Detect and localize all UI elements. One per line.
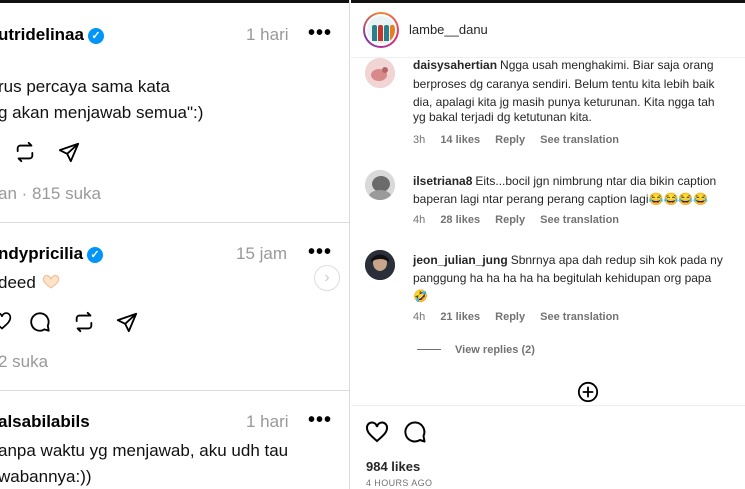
see-translation-button[interactable]: See translation	[540, 214, 619, 226]
laughing-emoji-icon: 😂😂😂😂	[648, 192, 709, 206]
like-heart-icon[interactable]	[365, 420, 389, 444]
post-username[interactable]: utridelinaa ✓	[0, 25, 104, 45]
share-icon[interactable]	[58, 141, 80, 163]
comment-text-line: baperan lagi ntar perang perang caption …	[413, 192, 709, 206]
verified-badge-icon: ✓	[87, 28, 104, 44]
comment-username[interactable]: daisysahertian	[413, 58, 497, 72]
post-stats: an · 815 suka	[0, 184, 102, 203]
reply-button[interactable]: Reply	[495, 214, 525, 226]
commenter-avatar[interactable]	[365, 58, 395, 88]
post-text-line: anpa waktu yg menjawab, aku udh tau	[0, 441, 289, 460]
account-username[interactable]: lambe__danu	[409, 22, 488, 37]
post-header: lambe__danu	[351, 0, 745, 58]
threads-feed: utridelinaa ✓ 1 hari ••• rus percaya sama…	[0, 0, 350, 489]
comment-text: daisysahertian Ngga usah menghakimi. Biar…	[413, 58, 714, 72]
next-media-button[interactable]: ›	[314, 265, 340, 291]
divider	[0, 390, 349, 391]
comment-meta: 4h 21 likes Reply See translation	[413, 311, 631, 323]
more-options-button[interactable]: •••	[308, 22, 332, 45]
post-timestamp: 4 HOURS AGO	[366, 478, 433, 488]
comment-likes[interactable]: 21 likes	[440, 311, 480, 323]
post-username[interactable]: ndypricilia ✓	[0, 244, 104, 264]
commenter-avatar[interactable]	[365, 250, 395, 280]
reply-button[interactable]: Reply	[495, 311, 525, 323]
view-replies-button[interactable]: View replies (2)	[417, 344, 535, 356]
post-text-line: rus percaya sama kata	[0, 77, 170, 96]
reply-button[interactable]: Reply	[495, 134, 525, 146]
more-options-button[interactable]: •••	[308, 241, 332, 264]
verified-badge-icon: ✓	[87, 247, 104, 263]
account-avatar[interactable]	[363, 12, 399, 48]
comment-text-line: panggung ha ha ha ha ha begitulah kehidu…	[413, 271, 712, 285]
post-text-line: wabannya:))	[0, 467, 92, 486]
post-time: 1 hari	[246, 412, 289, 431]
comment-username[interactable]: ilsetriana8	[413, 174, 472, 188]
comment-text: jeon_julian_jung Sbnrnya apa dah redup si…	[413, 253, 723, 267]
likes-count[interactable]: 984 likes	[366, 459, 420, 474]
load-more-comments-icon[interactable]	[577, 381, 599, 403]
comment-likes[interactable]: 28 likes	[440, 214, 480, 226]
see-translation-button[interactable]: See translation	[540, 134, 619, 146]
post-text-line: g akan menjawab semua":)	[0, 103, 204, 122]
post-text-line: deed	[0, 273, 61, 293]
comment-age: 4h	[413, 311, 426, 323]
person-photo-icon	[365, 170, 395, 200]
post-username[interactable]: alsabilabils	[0, 412, 90, 432]
divider	[0, 222, 349, 223]
person-photo-icon	[365, 250, 395, 280]
comment-likes[interactable]: 14 likes	[440, 134, 480, 146]
comment-meta: 4h 28 likes Reply See translation	[413, 214, 631, 226]
comment-text-line: berproses dg caranya sendiri. Belum tent…	[413, 77, 715, 91]
comment-icon[interactable]	[29, 311, 51, 333]
share-icon[interactable]	[116, 311, 138, 333]
commenter-avatar[interactable]	[365, 170, 395, 200]
comment-icon[interactable]	[403, 420, 427, 444]
comment-text: ilsetriana8 Eits...bocil jgn nimbrung nta…	[413, 174, 717, 188]
post-time: 1 hari	[246, 25, 289, 44]
rofl-emoji-icon: 🤣	[413, 289, 428, 303]
see-translation-button[interactable]: See translation	[540, 311, 619, 323]
comment-username[interactable]: jeon_julian_jung	[413, 253, 508, 267]
repost-icon[interactable]	[14, 141, 36, 163]
comment-age: 3h	[413, 134, 426, 146]
comment-text-line: yg bakal terjadi dg ketutunan kita.	[413, 110, 592, 124]
replies-line	[417, 349, 441, 350]
hand-photo-icon	[365, 58, 395, 88]
divider	[351, 405, 745, 406]
instagram-post-panel: lambe__danu daisysahertian Ngga usah meng…	[351, 0, 745, 489]
like-heart-icon[interactable]	[0, 311, 12, 331]
comment-meta: 3h 14 likes Reply See translation	[413, 134, 631, 146]
post-time: 15 jam	[236, 244, 288, 263]
top-strip	[0, 0, 349, 3]
comment-age: 4h	[413, 214, 426, 226]
repost-icon[interactable]	[73, 311, 95, 333]
post-stats: 2 suka	[0, 352, 49, 371]
more-options-button[interactable]: •••	[308, 409, 332, 432]
heart-hands-icon	[42, 275, 59, 289]
